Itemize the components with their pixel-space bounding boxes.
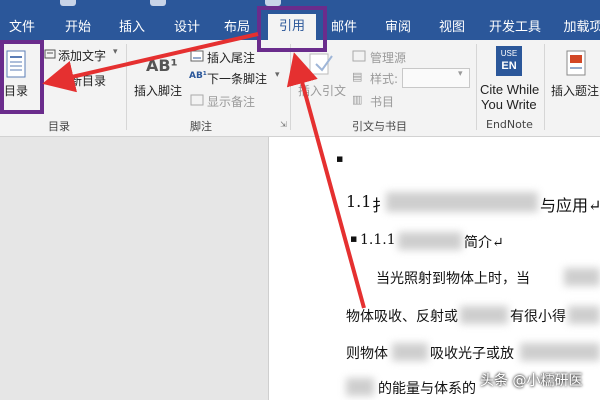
arrow-to-references-tab xyxy=(286,52,366,309)
watermark: 头条 @小糯研医 xyxy=(480,373,583,389)
arrow-to-toc xyxy=(42,32,259,93)
annotation-arrows xyxy=(42,32,366,309)
